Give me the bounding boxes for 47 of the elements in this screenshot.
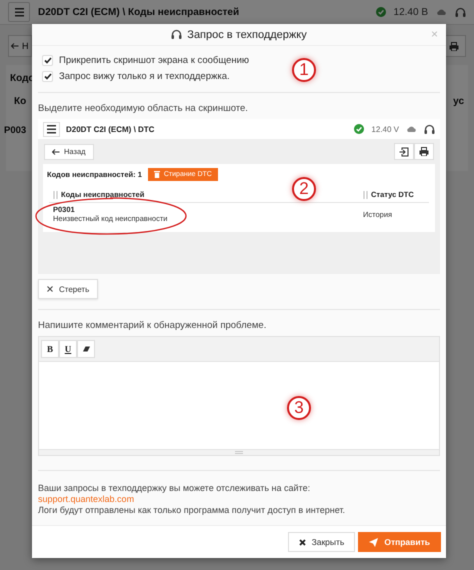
- headset-icon[interactable]: [424, 124, 435, 134]
- paper-plane-icon: [369, 538, 378, 546]
- cloud-icon: [406, 125, 417, 133]
- printer-icon: [419, 147, 429, 156]
- trash-icon: [154, 171, 160, 178]
- export-button[interactable]: [394, 143, 414, 160]
- eraser-icon: [82, 346, 90, 352]
- instruction-text: Напишите комментарий к обнаруженной проблеме.: [38, 320, 268, 331]
- voltage-reading: 12.40 В: [394, 6, 428, 18]
- checkbox-label: Прикрепить скриншот экрана к сообщению: [59, 54, 250, 66]
- close-icon: [47, 286, 53, 292]
- checkbox[interactable]: [42, 70, 53, 82]
- clear-button[interactable]: Стереть: [38, 279, 98, 299]
- headset-icon[interactable]: [455, 6, 466, 18]
- arrow-left-icon: [11, 43, 19, 49]
- back-label[interactable]: Н: [22, 41, 28, 51]
- arrow-left-icon: [52, 148, 60, 154]
- column-header: Ко: [14, 96, 26, 107]
- bold-button[interactable]: B: [41, 340, 59, 358]
- number-marker: 1: [292, 58, 316, 82]
- breadcrumb: D20DT C2I (ECM) \ Коды неисправностей: [38, 6, 240, 18]
- close-button[interactable]: Закрыть: [288, 532, 356, 552]
- export-icon: [399, 146, 409, 156]
- print-button[interactable]: [414, 143, 434, 160]
- instruction-text: Выделите необходимую область на скриншоте.: [38, 103, 249, 114]
- voltage-reading: 12.40 V: [371, 124, 399, 134]
- clear-format-button[interactable]: [77, 340, 95, 358]
- underline-button[interactable]: U: [59, 340, 77, 358]
- check-icon: [376, 7, 386, 17]
- checkbox-label: Запрос вижу только я и техподдержка.: [59, 70, 230, 82]
- table-cell: P003: [4, 125, 26, 136]
- cloud-icon: [436, 8, 447, 16]
- info-text: Логи будут отправлены как только программа получит доступ в интернет.: [38, 505, 346, 515]
- comment-editor[interactable]: B U 3: [38, 336, 440, 456]
- close-icon: [298, 538, 306, 546]
- breadcrumb: D20DT C2I (ECM) \ DTC: [66, 124, 154, 134]
- headset-icon: [171, 29, 182, 40]
- menu-icon: [14, 8, 24, 16]
- menu-button[interactable]: [43, 122, 60, 136]
- dialog-title: Запрос в техподдержку: [187, 28, 307, 40]
- number-marker: 3: [287, 396, 311, 420]
- menu-icon: [47, 124, 56, 134]
- checkbox[interactable]: [42, 54, 53, 66]
- column-header: ус: [453, 96, 464, 107]
- info-text: Ваши запросы в техподдержку вы можете отслеживать на сайте:: [38, 483, 312, 493]
- printer-icon: [449, 42, 459, 50]
- back-button[interactable]: Н: [8, 35, 32, 57]
